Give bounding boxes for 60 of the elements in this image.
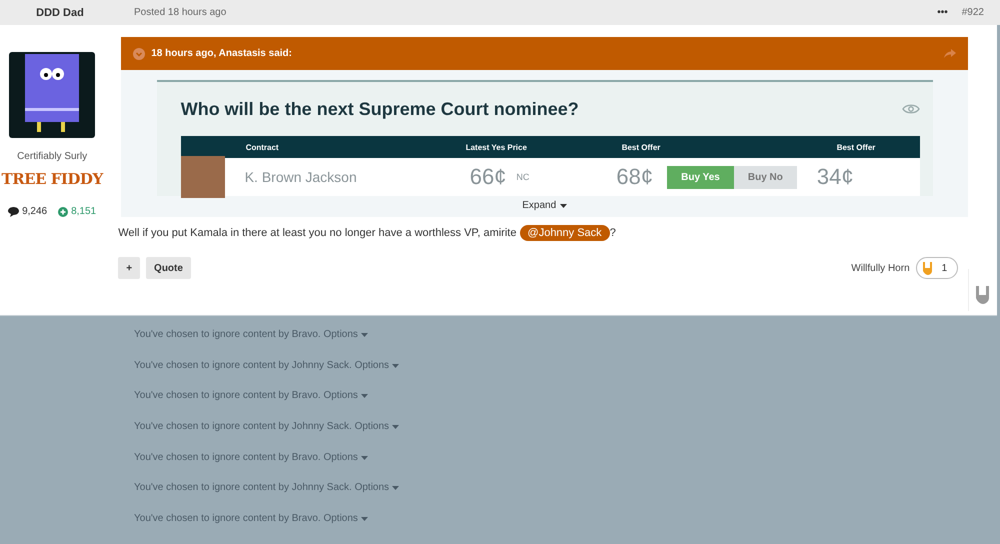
comment-icon [8, 206, 20, 216]
post-count: 9,246 [22, 206, 48, 217]
post-number[interactable]: #922 [962, 7, 984, 18]
collapse-icon[interactable] [133, 48, 146, 60]
buy-yes-button[interactable]: Buy Yes [667, 166, 734, 188]
caret-icon [360, 333, 368, 337]
options-link[interactable]: Options [323, 452, 368, 463]
caret-icon [360, 456, 368, 460]
options-link[interactable]: Options [323, 390, 368, 402]
caret-icon [392, 486, 399, 490]
author-name[interactable]: DDD Dad [0, 6, 120, 18]
yes-price: 66¢ [470, 164, 506, 190]
message-text: Well if you put Kamala in there at least you no longer have a worthless VP, amirite [118, 227, 516, 239]
column-header: Latest Yes Price [466, 142, 528, 152]
caret-icon [392, 425, 399, 430]
column-header: Best Offer [836, 142, 876, 152]
ignored-notice: You've chosen to ignore content by Johnny Sack. Options [134, 421, 1000, 452]
expand-button[interactable]: Expand [522, 200, 568, 211]
ignored-notice: You've chosen to ignore content by Bravo. Options [134, 513, 1000, 544]
quote-attribution: 18 hours ago, Anastasis said: [151, 48, 292, 59]
reaction-label: Willfully Horn [851, 262, 910, 274]
caret-icon [360, 394, 368, 398]
reputation-count: 8,151 [71, 206, 96, 217]
mention-link[interactable]: @Johnny Sack [520, 225, 610, 241]
add-button[interactable]: + [118, 257, 140, 279]
options-link[interactable]: Options [354, 421, 399, 432]
caret-icon [560, 204, 568, 208]
contract-name: K. Brown Jackson [244, 169, 358, 185]
options-link[interactable]: Options [354, 360, 399, 371]
photo-placeholder [180, 156, 225, 198]
ignored-notice: You've chosen to ignore content by Bravo. Options [134, 390, 1000, 422]
quote-button[interactable]: Quote [146, 257, 191, 279]
rank-title: TREE FIDDY [2, 170, 103, 188]
options-link[interactable]: Options [323, 329, 368, 340]
ignored-notice: You've chosen to ignore content by Bravo. Options [134, 329, 1000, 360]
horns-hand-icon [922, 261, 934, 275]
more-menu[interactable]: ••• [937, 7, 948, 18]
options-link[interactable]: Options [323, 513, 368, 524]
message-text: ? [610, 227, 616, 239]
plus-circle-icon [58, 206, 68, 216]
share-arrow-icon[interactable] [944, 48, 956, 58]
caret-icon [360, 517, 368, 522]
ignored-notice: You've chosen to ignore content by Bravo. Options [134, 452, 1000, 482]
horns-hand-icon[interactable] [975, 285, 992, 305]
options-link[interactable]: Options [354, 482, 399, 494]
post-time: Posted 18 hours ago [134, 7, 226, 18]
no-offer: 34¢ [816, 164, 854, 190]
price-change: NC [516, 172, 530, 182]
member-title: Certifiably Surly [17, 151, 88, 162]
caret-icon [392, 364, 399, 368]
column-header: Contract [246, 142, 280, 152]
ignored-notice: You've chosen to ignore content by Johnny Sack. Options [134, 360, 1000, 390]
embed-title: Who will be the next Supreme Court nominee? [180, 98, 579, 120]
reaction-count[interactable]: 1 [916, 257, 958, 279]
eye-icon [902, 103, 920, 115]
column-header: Best Offer [622, 142, 662, 152]
buy-no-button[interactable]: Buy No [734, 166, 797, 188]
ignored-notice: You've chosen to ignore content by Johnny Sack. Options [134, 482, 1000, 514]
avatar-drawing[interactable] [9, 52, 96, 138]
yes-offer: 68¢ [616, 164, 654, 190]
